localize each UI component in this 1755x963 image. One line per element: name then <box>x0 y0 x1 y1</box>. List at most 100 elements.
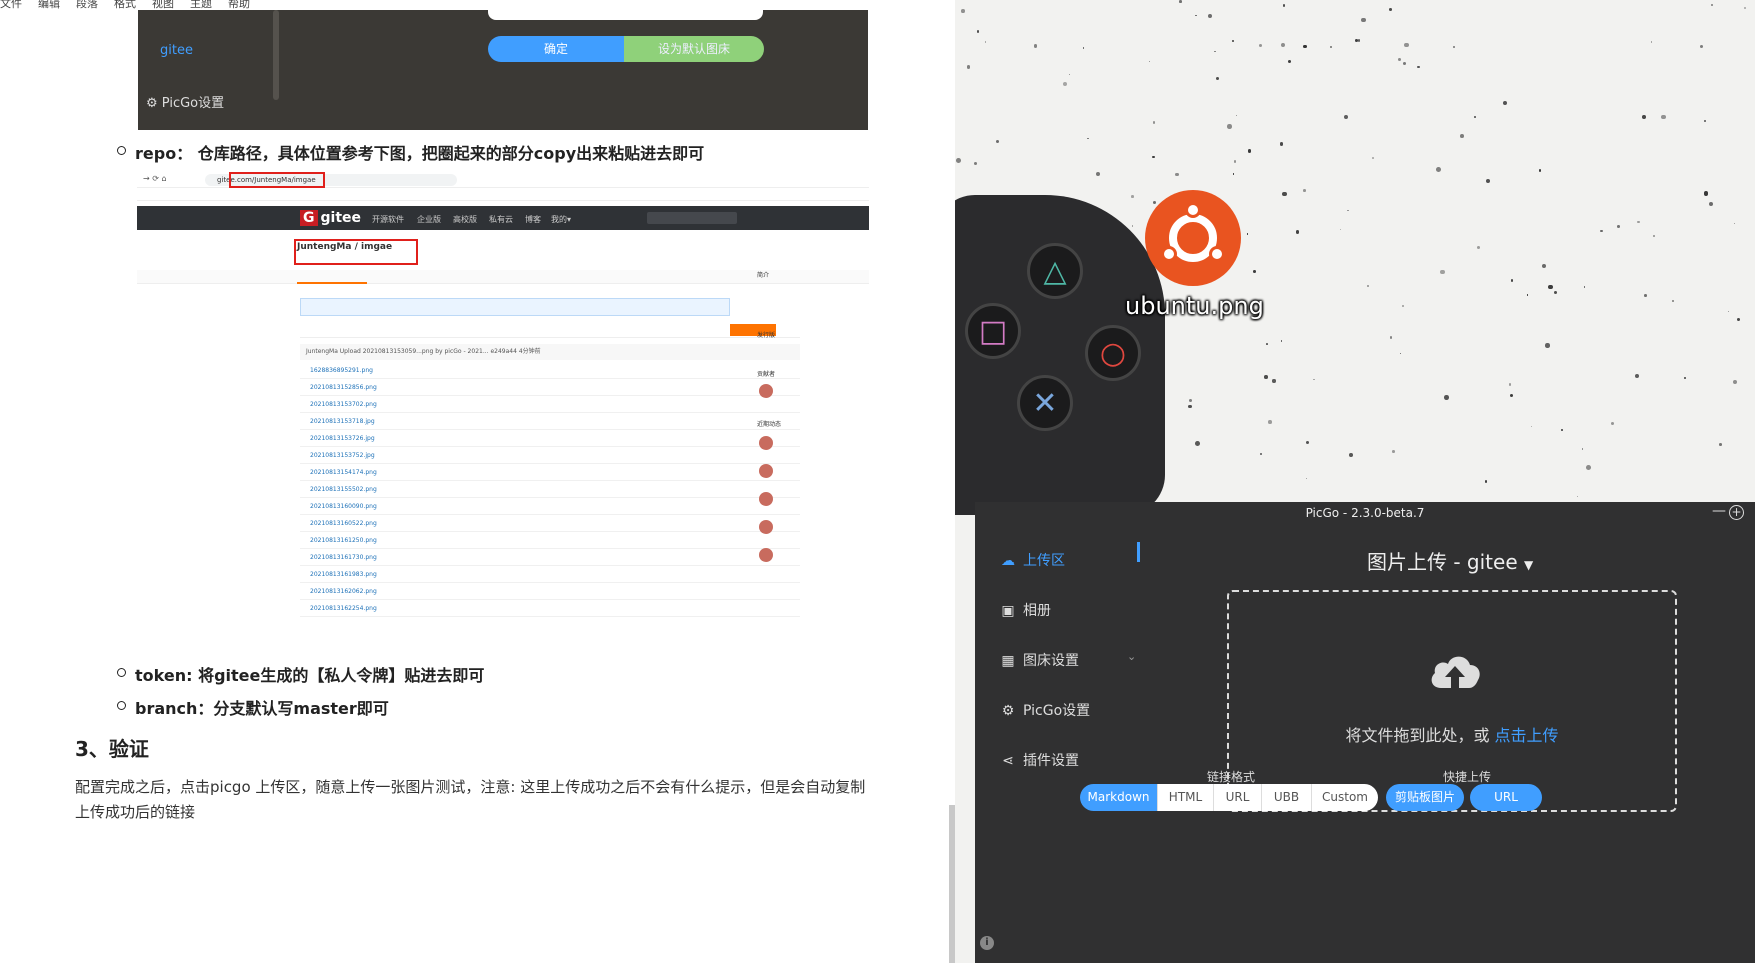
contributor-avatar <box>759 384 773 398</box>
speck <box>1727 311 1729 313</box>
file-row: 20210813160522.png <box>300 515 800 532</box>
file-row: 20210813152856.png <box>300 379 800 396</box>
picgo-settings-label: ⚙ PicGo设置 <box>146 96 225 111</box>
speck <box>1743 7 1747 10</box>
menu-theme[interactable]: 主题 <box>190 0 212 9</box>
speck <box>1459 133 1464 138</box>
speck <box>1305 477 1308 480</box>
speck <box>1188 404 1192 409</box>
circle-icon: ○ <box>1085 325 1141 381</box>
speck <box>1417 65 1420 69</box>
desktop-file-label[interactable]: ubuntu.png <box>1125 292 1264 320</box>
speck <box>1313 378 1315 380</box>
click-upload-link[interactable]: 点击上传 <box>1495 726 1559 745</box>
speck <box>1403 61 1407 66</box>
image-icon: ▣ <box>1001 603 1015 619</box>
menu-file[interactable]: 文件 <box>0 0 22 9</box>
speck <box>1581 448 1584 450</box>
speck <box>1153 201 1156 204</box>
menu-view[interactable]: 视图 <box>152 0 174 9</box>
file-name: 20210813152856.png <box>310 384 377 391</box>
nav-upload[interactable]: ☁ 上传区 <box>999 550 1065 570</box>
speck <box>1502 100 1507 105</box>
activity-avatar <box>759 520 773 534</box>
file-row: 20210813154174.png <box>300 464 800 481</box>
menu-format[interactable]: 格式 <box>114 0 136 9</box>
speck <box>1404 42 1409 48</box>
nav-gallery[interactable]: ▣ 相册 <box>999 600 1051 620</box>
speck <box>1538 168 1542 172</box>
picgo-window: PicGo - 2.3.0-beta.7 — + ☁ 上传区 ▣ 相册 ▦ 图床设置 ⌄… <box>975 502 1755 963</box>
speck <box>1295 230 1300 234</box>
file-name: 20210813153726.jpg <box>310 435 375 442</box>
speck <box>1585 465 1591 471</box>
speck <box>1175 172 1179 176</box>
speck <box>961 9 965 13</box>
quick-upload-label: 快捷上传 <box>1443 770 1492 784</box>
file-row: 20210813160090.png <box>300 498 800 515</box>
menu-paragraph[interactable]: 段落 <box>76 0 98 9</box>
speck <box>1207 14 1212 19</box>
caret-down-icon: ▼ <box>1524 558 1534 572</box>
nav-picbed-settings[interactable]: ▦ 图床设置 ⌄ <box>999 650 1139 670</box>
file-row: 20210813162062.png <box>300 583 800 600</box>
format-ubb-button[interactable]: UBB <box>1262 784 1312 811</box>
info-icon[interactable]: i <box>980 936 994 950</box>
speck <box>1733 222 1736 225</box>
speck <box>1268 420 1272 425</box>
speck <box>1148 61 1150 63</box>
gamepad-image: △ □ ○ ✕ <box>955 195 1165 515</box>
speck <box>1634 373 1640 379</box>
ubuntu-logo-icon[interactable] <box>1145 190 1241 286</box>
speck <box>1600 230 1603 233</box>
menu-help[interactable]: 帮助 <box>228 0 250 9</box>
file-name: 20210813160090.png <box>310 503 377 510</box>
speck <box>1583 286 1586 289</box>
upload-header[interactable]: 图片上传 - gitee ▼ <box>1367 546 1533 575</box>
url-upload-button[interactable]: URL <box>1470 784 1542 811</box>
cross-icon: ✕ <box>1017 375 1073 431</box>
speck <box>1195 14 1197 17</box>
speck <box>1361 17 1367 23</box>
format-custom-button[interactable]: Custom <box>1312 784 1378 811</box>
speck <box>1617 225 1621 229</box>
speck <box>1247 149 1252 153</box>
speck <box>1279 142 1283 146</box>
plus-circle-icon[interactable]: + <box>1729 505 1744 520</box>
nav-plugin-settings[interactable]: ⋖ 插件设置 <box>999 750 1079 770</box>
speck <box>1485 178 1491 184</box>
speck <box>1436 166 1442 172</box>
file-name: 1628836895291.png <box>310 367 373 374</box>
format-markdown-button[interactable]: Markdown <box>1080 784 1158 811</box>
speck <box>976 30 980 33</box>
minimize-icon[interactable]: — <box>1712 503 1726 519</box>
speck <box>1280 340 1282 342</box>
clipboard-upload-button[interactable]: 剪贴板图片 <box>1386 784 1464 811</box>
gear-icon: ⚙ <box>1001 703 1015 719</box>
speck <box>1641 114 1646 119</box>
speck <box>1530 425 1532 428</box>
file-row: 20210813161983.png <box>300 566 800 583</box>
speck <box>1710 3 1713 6</box>
menu-bar: 文件 编辑 段落 格式 视图 主题 帮助 <box>0 0 266 10</box>
speck <box>1644 293 1647 297</box>
format-html-button[interactable]: HTML <box>1158 784 1214 811</box>
file-row: 20210813161730.png <box>300 549 800 566</box>
speck <box>1484 480 1488 484</box>
speck <box>1358 39 1361 42</box>
speck <box>1339 229 1341 231</box>
speck <box>1303 44 1307 49</box>
speck <box>1232 173 1235 175</box>
file-row: 20210813161250.png <box>300 532 800 549</box>
sidebar-heading: 发行版 <box>757 332 776 339</box>
speck <box>1305 441 1309 445</box>
format-url-button[interactable]: URL <box>1214 784 1262 811</box>
nav-picgo-settings[interactable]: ⚙ PicGo设置 <box>999 700 1090 720</box>
speck <box>1367 284 1370 287</box>
speck <box>1660 114 1666 120</box>
set-default-button-image: 设为默认图床 <box>624 36 764 62</box>
section-heading: 3、验证 <box>75 737 149 761</box>
file-row: 1628836895291.png <box>300 362 800 379</box>
file-row: 20210813153702.png <box>300 396 800 413</box>
menu-edit[interactable]: 编辑 <box>38 0 60 9</box>
